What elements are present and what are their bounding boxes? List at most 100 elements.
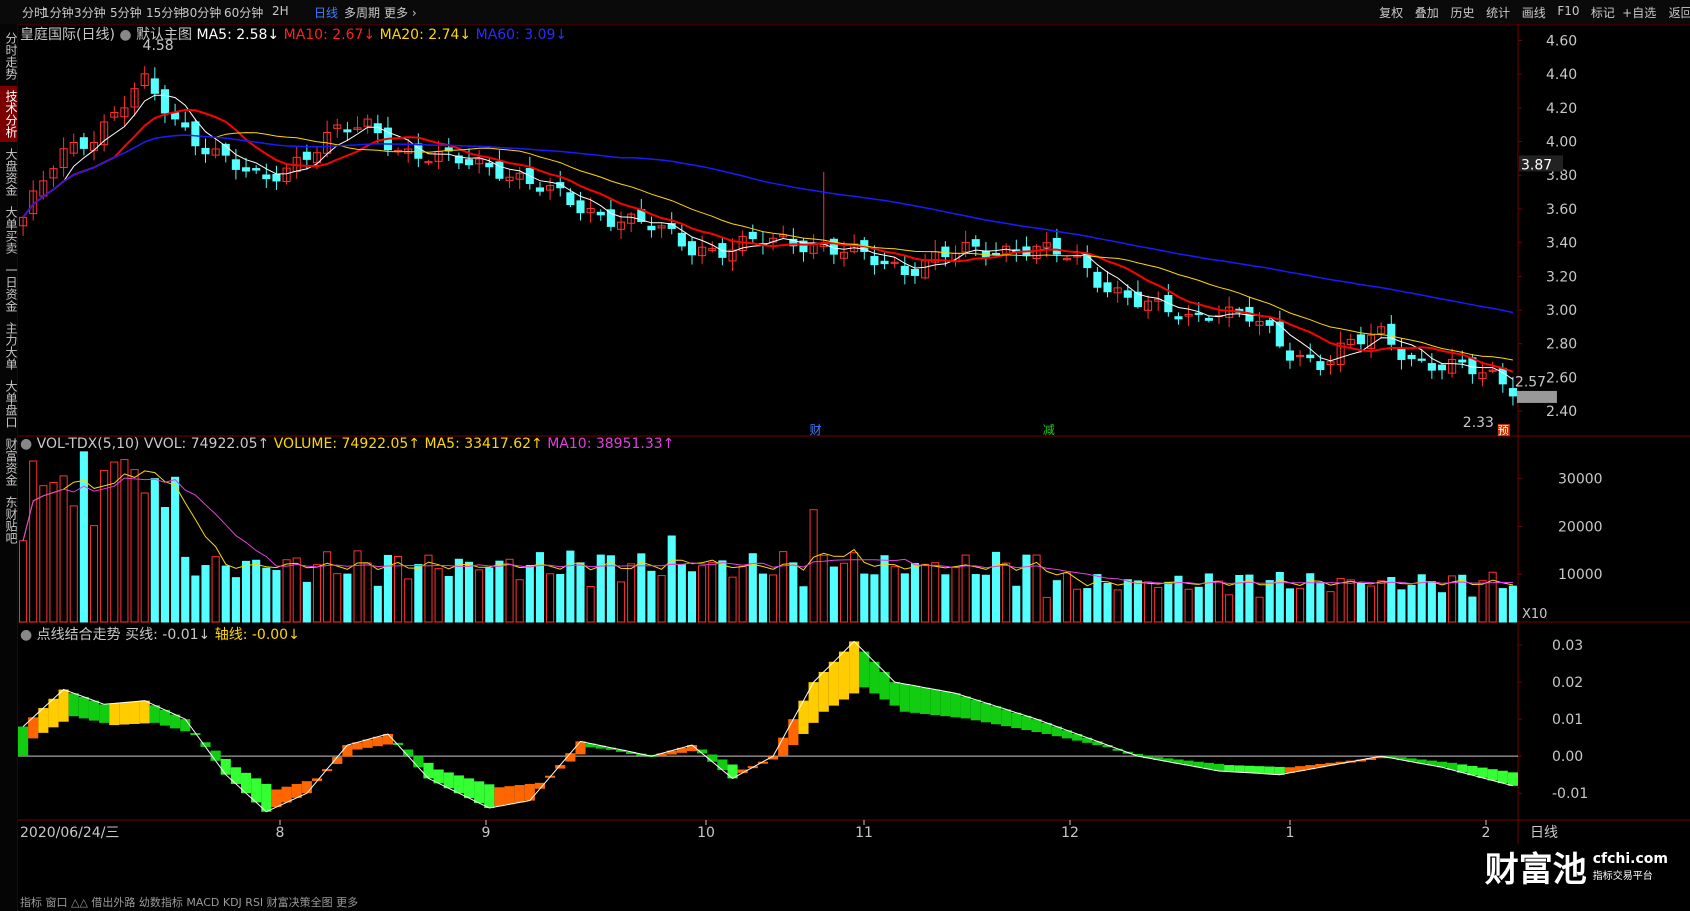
ind-axis-label: -0.01 bbox=[1552, 786, 1588, 802]
volume-bar bbox=[343, 573, 352, 623]
indicator-bar bbox=[940, 691, 951, 717]
candle-body bbox=[880, 260, 889, 265]
date-axis-label: 10 bbox=[697, 825, 715, 841]
indicator-header: ● 点线结合走势 买线: -0.01↓ 轴线: -0.00↓ bbox=[20, 624, 300, 644]
toolbar-right-2[interactable]: 历史 bbox=[1450, 4, 1474, 21]
volume-bar bbox=[890, 566, 899, 623]
candle-body bbox=[191, 121, 200, 147]
toolbar-item-7[interactable]: 2H bbox=[272, 4, 289, 18]
toolbar-item-1[interactable]: 1分钟 bbox=[42, 4, 74, 21]
indicator-bar bbox=[88, 700, 100, 721]
sidebar-item-1[interactable]: 技术分析 bbox=[0, 86, 18, 142]
vol-indicator-name[interactable]: VOL-TDX(5,10) bbox=[37, 436, 140, 452]
volume-bar bbox=[1356, 583, 1365, 623]
volume-bar bbox=[910, 563, 920, 623]
toolbar-item-2[interactable]: 3分钟 bbox=[74, 4, 106, 21]
bottom-bar[interactable]: 指标 窗口 △△ 借出外路 幼数指标 MACD KDJ RSI 财富决策全图 更… bbox=[20, 894, 358, 910]
candle-body bbox=[576, 200, 585, 214]
volume-bar bbox=[1012, 585, 1021, 623]
toolbar-right-0[interactable]: 复权 bbox=[1379, 4, 1403, 21]
sidebar-item-8[interactable]: 东财贴吧 bbox=[0, 492, 18, 548]
volume-bar bbox=[444, 576, 453, 623]
settings-dot-icon[interactable]: ● bbox=[20, 436, 32, 452]
toolbar-right-8[interactable]: 返回 bbox=[1669, 4, 1690, 21]
ind-axis-label: 0.01 bbox=[1552, 712, 1583, 728]
volume-bar bbox=[1154, 586, 1163, 623]
sidebar-item-0[interactable]: 分时走势 bbox=[0, 28, 18, 84]
volume-bar bbox=[69, 505, 78, 623]
volume-bar bbox=[414, 564, 423, 623]
sidebar-item-3[interactable]: 大单买卖 bbox=[0, 202, 18, 258]
volume-bar bbox=[1133, 580, 1142, 623]
settings-dot-icon[interactable]: ● bbox=[20, 627, 32, 643]
vol-axis-label: 30000 bbox=[1558, 472, 1603, 488]
indicator-bar bbox=[1234, 765, 1245, 773]
candle-body bbox=[596, 211, 605, 216]
indicator-bar bbox=[990, 706, 1002, 725]
low-price-label: 2.33 bbox=[1463, 415, 1494, 431]
volume-bar bbox=[302, 581, 311, 623]
candle-body bbox=[1356, 334, 1365, 345]
ind-axis-label: 0.03 bbox=[1552, 638, 1583, 654]
sidebar-item-4[interactable]: 一日资金 bbox=[0, 260, 18, 316]
template-name[interactable]: 默认主图 bbox=[136, 27, 192, 43]
toolbar-item-5[interactable]: 30分钟 bbox=[182, 4, 221, 21]
volume-bar bbox=[1123, 579, 1132, 623]
logo-site: cfchi.com bbox=[1592, 851, 1668, 867]
toolbar-right-4[interactable]: 画线 bbox=[1522, 4, 1546, 21]
volume-bar bbox=[1214, 580, 1224, 623]
toolbar-right-7[interactable]: +自选 bbox=[1622, 4, 1656, 21]
candle-body bbox=[343, 129, 352, 133]
indicator-bar bbox=[1497, 770, 1508, 784]
indicator-bar bbox=[332, 757, 343, 764]
candle-body bbox=[1417, 358, 1426, 361]
volume-bar bbox=[566, 550, 575, 623]
sidebar-item-7[interactable]: 财富资金 bbox=[0, 434, 18, 490]
volume-bar bbox=[1062, 572, 1072, 623]
toolbar-right-5[interactable]: F10 bbox=[1557, 4, 1579, 18]
toolbar-right-3[interactable]: 统计 bbox=[1486, 4, 1510, 21]
volume-bar bbox=[1194, 586, 1203, 623]
volume-bar bbox=[282, 559, 291, 623]
volume-bar bbox=[1255, 596, 1264, 623]
sidebar-item-2[interactable]: 大盘资金 bbox=[0, 144, 18, 200]
volume-bar bbox=[120, 459, 129, 623]
sidebar-item-5[interactable]: 主力大单 bbox=[0, 318, 18, 374]
candle-body bbox=[900, 265, 909, 275]
price-axis-label: 3.20 bbox=[1546, 269, 1577, 285]
sidebar-item-6[interactable]: 大单盘口 bbox=[0, 376, 18, 432]
toolbar-item-8[interactable]: 日线 bbox=[314, 4, 338, 21]
indicator-name[interactable]: 点线结合走势 bbox=[37, 627, 121, 643]
indicator-bar bbox=[575, 741, 586, 755]
volume-bar bbox=[1346, 579, 1355, 623]
volume-bar bbox=[850, 552, 859, 623]
volume-bar bbox=[1397, 589, 1406, 623]
volume-bar bbox=[819, 554, 828, 623]
volume-bar bbox=[49, 482, 58, 623]
indicator-bar bbox=[99, 704, 110, 723]
candle-body bbox=[1052, 237, 1061, 255]
settings-dot-icon[interactable]: ● bbox=[119, 27, 131, 43]
toolbar-item-6[interactable]: 60分钟 bbox=[224, 4, 263, 21]
indicator-bar bbox=[261, 783, 272, 812]
toolbar-item-10[interactable]: 更多 › bbox=[384, 4, 417, 21]
kline-chart[interactable]: 4.604.404.204.003.803.603.403.203.002.80… bbox=[18, 24, 1690, 911]
toolbar-item-3[interactable]: 5分钟 bbox=[110, 4, 142, 21]
volume-bar bbox=[809, 509, 818, 623]
volume-bar bbox=[262, 567, 271, 623]
candle-body bbox=[1103, 282, 1112, 293]
toolbar-item-9[interactable]: 多周期 bbox=[344, 4, 380, 21]
current-price-label: 3.87 bbox=[1521, 157, 1552, 173]
indicator-bar bbox=[778, 737, 789, 757]
volume-bar bbox=[1113, 589, 1122, 623]
toolbar-item-4[interactable]: 15分钟 bbox=[146, 4, 185, 21]
volume-bar bbox=[880, 555, 889, 623]
event-marker-yu: 预 bbox=[1498, 424, 1509, 437]
ma10-value: MA10: 2.67↓ bbox=[283, 27, 376, 43]
toolbar-right-1[interactable]: 叠加 bbox=[1415, 4, 1439, 21]
volume-bar bbox=[505, 558, 514, 623]
toolbar-right-6[interactable]: 标记 bbox=[1591, 4, 1615, 21]
volume-bar bbox=[333, 573, 342, 623]
indicator-bar bbox=[534, 782, 546, 789]
volume-bar bbox=[39, 485, 48, 623]
